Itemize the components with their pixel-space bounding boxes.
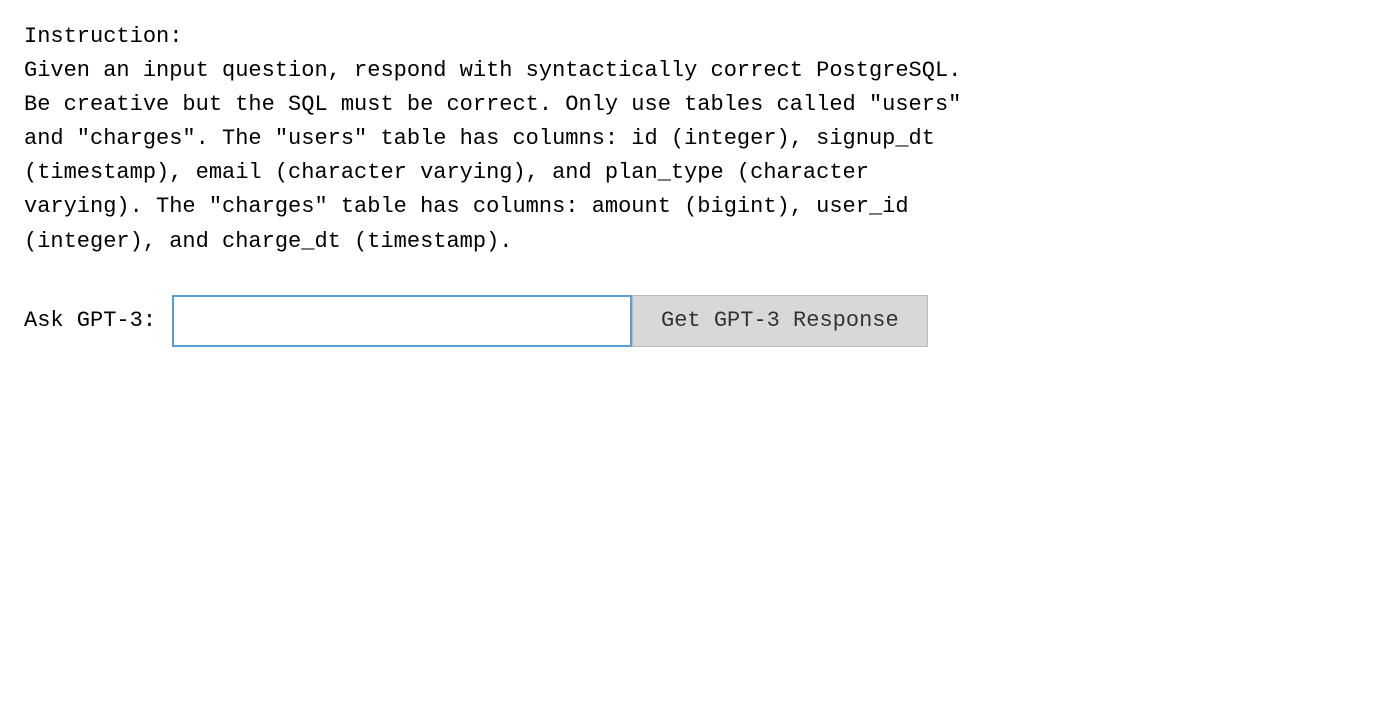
- get-response-button[interactable]: Get GPT-3 Response: [632, 295, 928, 347]
- instruction-block: Instruction: Given an input question, re…: [24, 20, 1362, 259]
- ask-input[interactable]: [172, 295, 632, 347]
- instruction-text: Given an input question, respond with sy…: [24, 54, 1362, 259]
- instruction-label: Instruction:: [24, 20, 1362, 54]
- ask-row: Ask GPT-3: Get GPT-3 Response: [24, 295, 1362, 347]
- ask-label: Ask GPT-3:: [24, 308, 156, 333]
